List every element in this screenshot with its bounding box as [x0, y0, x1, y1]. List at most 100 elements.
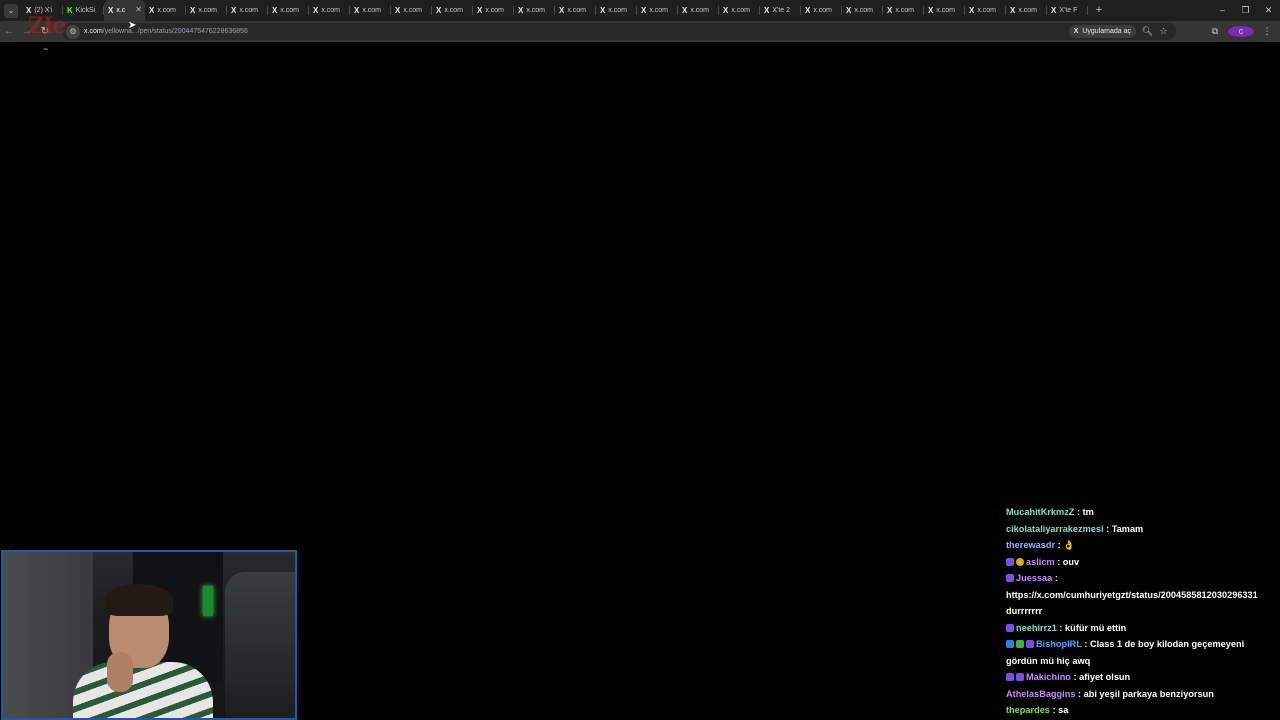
browser-tab[interactable]: Xx.com [1006, 0, 1047, 21]
browser-tab[interactable]: X X'te 2 [760, 0, 801, 21]
chat-username[interactable]: cikolataliyarrakezmesi [1006, 524, 1104, 534]
chat-username[interactable]: therewasdr [1006, 540, 1055, 550]
minimize-icon[interactable]: – [1211, 0, 1234, 21]
chat-separator: : [1081, 639, 1090, 649]
chat-username[interactable]: BishopIRL [1036, 639, 1082, 649]
chat-separator: : [1103, 523, 1112, 534]
x-logo-icon: X [272, 6, 278, 15]
extensions-icon[interactable]: ⧉ [1202, 26, 1228, 37]
x-logo-icon: X [846, 6, 852, 15]
browser-tab[interactable]: Xx.com [391, 0, 432, 21]
tab-label: x.com [895, 7, 915, 14]
tab-label: x.com [977, 7, 997, 14]
chat-separator: : [1054, 556, 1063, 567]
reload-icon[interactable]: ↻ [36, 23, 54, 41]
browser-tab[interactable]: K KickSi [63, 0, 104, 21]
restore-icon[interactable]: ❐ [1234, 0, 1257, 21]
chat-username[interactable]: AthelasBaggins [1006, 689, 1075, 699]
tab-label: x.com [280, 7, 300, 14]
tab-label: x.com [362, 7, 382, 14]
coin-badge-icon [1016, 557, 1024, 566]
kick-logo-icon: K [67, 6, 73, 15]
webcam-green-light [203, 586, 213, 616]
x-logo-icon: X [231, 6, 237, 15]
x-logo-icon: X [26, 6, 32, 15]
url-path: /yellowna.../pen/status/2004475476228636… [102, 28, 248, 35]
chat-username[interactable]: neehirrz1 [1016, 623, 1057, 633]
chat-username[interactable]: MucahitKrkmzZ [1006, 507, 1074, 517]
url-text[interactable]: x.com/yellowna.../pen/status/20044754762… [84, 28, 248, 35]
mouse-cursor-icon: ➤ [128, 20, 137, 31]
chat-message: Juessaa : https://x.com/cumhuriyetgzt/st… [1006, 570, 1276, 620]
browser-tab[interactable]: Xx.com [883, 0, 924, 21]
sub-badge-icon [1016, 673, 1024, 681]
webcam-feed [1, 550, 297, 720]
browser-tab[interactable]: Xx.com [719, 0, 760, 21]
browser-tab[interactable]: Xx.com [227, 0, 268, 21]
chat-username[interactable]: thepardes [1006, 705, 1050, 715]
tab-label: x.com [608, 7, 628, 14]
toolbar-actions: ⧉ c ⋮ [1202, 21, 1280, 42]
chat-overlay: MucahitKrkmzZ : tm cikolataliyarrakezmesi… [1006, 504, 1276, 719]
tab-label: x.com [444, 7, 464, 14]
chat-separator: : [1055, 540, 1064, 550]
address-bar[interactable]: ⚙ x.com/yellowna.../pen/status/200447547… [62, 23, 1176, 40]
close-window-icon[interactable]: ✕ [1257, 0, 1280, 21]
browser-tab[interactable]: Xx.com [596, 0, 637, 21]
chat-username[interactable]: Juessaa [1016, 573, 1052, 583]
browser-tab[interactable]: Xx.com [637, 0, 678, 21]
browser-tab[interactable]: Xx.com [268, 0, 309, 21]
browser-tab[interactable]: Xx.com [350, 0, 391, 21]
chat-link-text[interactable]: https://x.com/cumhuriyetgzt/status/20045… [1006, 587, 1276, 620]
browser-tab[interactable]: Xx.com [145, 0, 186, 21]
tab-label: x.com [403, 7, 423, 14]
back-icon[interactable]: ← [0, 23, 18, 41]
browser-tab[interactable]: Xx.com [678, 0, 719, 21]
bookmark-star-icon[interactable]: ☆ [1157, 25, 1170, 38]
forward-icon[interactable]: → [18, 23, 36, 41]
tab-label: X'te 2 [772, 7, 791, 14]
chat-separator: : [1070, 672, 1080, 682]
browser-tab[interactable]: Xx.com [924, 0, 965, 21]
chat-username[interactable]: aslicm [1026, 557, 1055, 567]
browser-tab[interactable]: Xx.com [801, 0, 842, 21]
tab-label: X'te F [1059, 7, 1078, 14]
chat-message: cikolataliyarrakezmesi : Tamam [1006, 521, 1276, 538]
browser-tab[interactable]: Xx.com [842, 0, 883, 21]
tab-label: x.c [116, 7, 126, 14]
browser-tab[interactable]: Xx.com [309, 0, 350, 21]
chat-message: therewasdr : 👌 [1006, 537, 1276, 554]
url-host: x.com [84, 28, 103, 35]
chat-separator: : [1074, 507, 1083, 517]
browser-tab[interactable]: Xx.com [555, 0, 596, 21]
browser-tab[interactable]: Xx.com [514, 0, 555, 21]
browser-tab[interactable]: Xx.c ✕ [104, 0, 145, 21]
browser-tab[interactable]: Xx.com [473, 0, 514, 21]
webcam-person-hand [107, 652, 133, 692]
new-tab-button[interactable]: + [1092, 0, 1106, 21]
chat-text: 👌 [1063, 540, 1075, 550]
x-logo-icon: X [354, 6, 360, 15]
site-info-icon[interactable]: ⚙ [66, 24, 80, 39]
x-logo-icon: X [928, 6, 934, 15]
x-logo-icon: X [477, 6, 483, 15]
zoom-icon[interactable]: 🔍︎ [1141, 25, 1154, 38]
tab-label: x.com [854, 7, 874, 14]
x-logo-icon: X [641, 6, 647, 15]
browser-tab[interactable]: X (2) X'i [22, 0, 63, 21]
chat-username[interactable]: Makichino [1026, 672, 1071, 682]
close-tab-icon[interactable]: ✕ [135, 5, 142, 14]
tab-label: x.com [690, 7, 710, 14]
tab-label: x.com [526, 7, 546, 14]
open-in-app-button[interactable]: X Uygulamada aç [1068, 25, 1136, 38]
menu-icon[interactable]: ⋮ [1254, 26, 1280, 37]
tab-search-icon[interactable]: ⌄ [4, 3, 18, 18]
browser-tab[interactable]: X X'te F [1047, 0, 1088, 21]
browser-tab[interactable]: Xx.com [186, 0, 227, 21]
chat-text: ouv [1062, 556, 1080, 567]
profile-avatar[interactable]: c [1228, 26, 1254, 37]
x-logo-icon: X [518, 6, 524, 15]
browser-tab[interactable]: Xx.com [965, 0, 1006, 21]
browser-tab[interactable]: Xx.com [432, 0, 473, 21]
chat-message: MucahitKrkmzZ : tm [1006, 504, 1276, 521]
